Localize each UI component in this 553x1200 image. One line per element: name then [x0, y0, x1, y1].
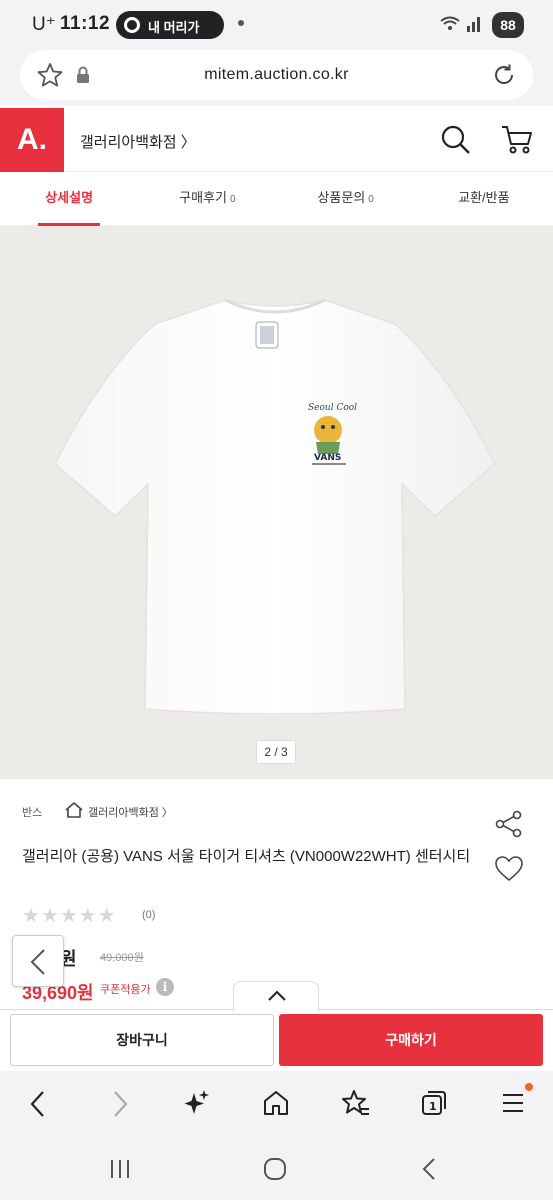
store-name-link[interactable]: 갤러리아백화점 〉: [80, 131, 196, 152]
svg-text:VANS: VANS: [314, 453, 341, 463]
tab-count: 0: [230, 194, 236, 205]
home-icon[interactable]: [262, 1089, 290, 1117]
chevron-left-icon: [30, 949, 45, 975]
site-header: A. 갤러리아백화점 〉: [0, 106, 553, 172]
tab-label: 구매후기: [179, 190, 228, 205]
recent-apps-icon[interactable]: [108, 1157, 132, 1181]
auction-logo[interactable]: A.: [0, 108, 64, 172]
tab-label: 교환/반품: [458, 190, 510, 205]
floating-back-button[interactable]: [12, 935, 64, 987]
menu-badge-dot: [525, 1083, 533, 1091]
system-navigation-bar: [0, 1137, 553, 1200]
forward-arrow-icon[interactable]: [110, 1089, 130, 1119]
expand-options-tab[interactable]: [233, 981, 319, 1011]
media-pill[interactable]: 내 머리가: [116, 11, 224, 39]
address-bar[interactable]: mitem.auction.co.kr: [20, 50, 533, 100]
wishlist-heart-icon[interactable]: [494, 855, 524, 883]
tab-details[interactable]: 상세설명: [0, 172, 138, 226]
carrier-label: U⁺: [32, 14, 56, 35]
wifi-signal-icon: [440, 16, 480, 32]
reload-icon[interactable]: [491, 62, 517, 88]
coupon-price-label: 쿠폰적용가: [100, 984, 151, 996]
menu-icon[interactable]: [500, 1089, 526, 1117]
buy-now-button[interactable]: 구매하기: [279, 1014, 543, 1066]
rating-stars: ★★★★★: [22, 905, 117, 927]
product-title: 갤러리아 (공용) VANS 서울 타이거 티셔츠 (VN000W22WHT) …: [22, 848, 471, 865]
browser-toolbar: 1: [0, 1071, 553, 1137]
clock: 11:12: [60, 13, 111, 34]
cart-icon[interactable]: [500, 124, 534, 156]
address-bar-area: mitem.auction.co.kr: [0, 48, 553, 106]
tab-label: 상세설명: [45, 190, 94, 205]
tabs-icon[interactable]: 1: [420, 1089, 448, 1117]
home-button-icon[interactable]: [263, 1157, 287, 1181]
notification-dot-icon: [238, 20, 244, 26]
svg-text:1: 1: [429, 1100, 437, 1113]
media-pill-label: 내 머리가: [148, 20, 200, 35]
tab-exchange-return[interactable]: 교환/반품: [415, 172, 553, 225]
media-ring-icon: [124, 17, 140, 33]
brand-link[interactable]: 반스: [22, 804, 42, 820]
info-icon[interactable]: i: [156, 978, 174, 996]
tab-count: 0: [368, 194, 374, 205]
review-count[interactable]: (0): [142, 909, 155, 921]
shop-link[interactable]: 갤러리아백화점 〉: [88, 804, 173, 820]
product-info: 반스 갤러리아백화점 〉 갤러리아 (공용) VANS 서울 타이거 티셔츠 (…: [0, 779, 553, 1009]
original-price: 49,000원: [100, 952, 144, 964]
tab-label: 상품문의: [317, 190, 366, 205]
tshirt-image: Seoul Cool VANS: [54, 298, 496, 714]
add-to-cart-button[interactable]: 장바구니: [10, 1014, 274, 1066]
svg-text:Seoul Cool: Seoul Cool: [308, 403, 357, 413]
product-tabs: 상세설명 구매후기 0 상품문의 0 교환/반품: [0, 172, 553, 226]
share-icon[interactable]: [494, 809, 524, 839]
back-arrow-icon[interactable]: [28, 1089, 48, 1119]
image-counter: 2 / 3: [256, 740, 296, 764]
battery-indicator: 88: [492, 12, 524, 38]
search-icon[interactable]: [440, 124, 472, 156]
home-icon: [65, 802, 83, 818]
chevron-up-icon: [268, 990, 286, 1001]
status-bar: U⁺ 11:12 내 머리가 88: [0, 0, 553, 48]
product-image-gallery[interactable]: Seoul Cool VANS 2 / 3: [0, 226, 553, 779]
system-back-icon[interactable]: [420, 1157, 440, 1181]
url-text[interactable]: mitem.auction.co.kr: [20, 66, 533, 84]
tab-qna[interactable]: 상품문의 0: [277, 172, 415, 225]
tab-reviews[interactable]: 구매후기 0: [138, 172, 276, 225]
bookmarks-star-icon[interactable]: [340, 1089, 370, 1117]
ai-sparkle-icon[interactable]: [184, 1089, 210, 1117]
